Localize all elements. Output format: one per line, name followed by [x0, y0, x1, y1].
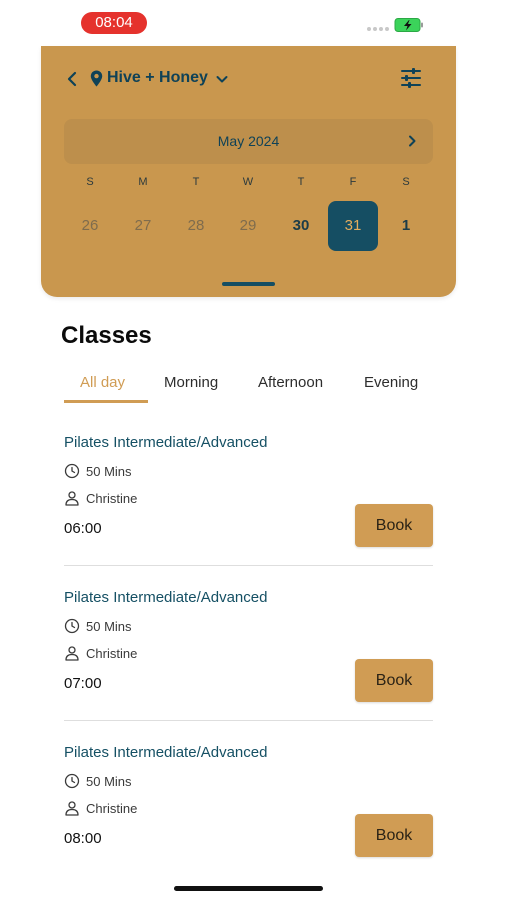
divider	[64, 720, 433, 721]
time-of-day-tabs: All day Morning Afternoon Evening	[64, 370, 436, 404]
chevron-down-icon[interactable]	[215, 72, 229, 86]
calendar-day[interactable]: 27	[118, 201, 168, 251]
calendar-day[interactable]: 28	[171, 201, 221, 251]
class-list-item: Pilates Intermediate/Advanced 50 Mins Ch…	[64, 589, 433, 739]
class-list-item: Pilates Intermediate/Advanced 50 Mins Ch…	[64, 434, 433, 584]
map-pin-icon	[90, 70, 103, 87]
duration-row: 50 Mins	[64, 462, 132, 480]
month-selector: May 2024	[64, 119, 433, 164]
divider	[64, 565, 433, 566]
class-instructor: Christine	[86, 800, 138, 816]
month-label: May 2024	[217, 133, 280, 149]
calendar-day[interactable]: 29	[223, 201, 273, 251]
user-icon	[65, 646, 79, 661]
class-duration: 50 Mins	[86, 773, 132, 789]
instructor-row: Christine	[64, 644, 137, 662]
chevron-right-icon[interactable]	[405, 134, 419, 148]
calendar-day-selected[interactable]: 31	[328, 201, 378, 251]
calendar-day[interactable]: 1	[381, 201, 431, 251]
class-time: 07:00	[64, 675, 102, 692]
instructor-row: Christine	[64, 799, 137, 817]
chevron-left-icon[interactable]	[63, 68, 81, 90]
clock-icon	[64, 773, 80, 789]
home-indicator[interactable]	[174, 886, 323, 891]
duration-row: 50 Mins	[64, 617, 132, 635]
user-icon	[65, 491, 79, 506]
page-title: Classes	[61, 322, 152, 349]
header-card: Hive + Honey May 2024 S M T W T F S 26 2…	[41, 46, 456, 297]
class-list-item: Pilates Intermediate/Advanced 50 Mins Ch…	[64, 744, 433, 894]
user-icon	[65, 801, 79, 816]
tab-all-day[interactable]: All day	[80, 374, 125, 391]
class-time: 06:00	[64, 520, 102, 537]
duration-row: 50 Mins	[64, 772, 132, 790]
clock-icon	[64, 463, 80, 479]
book-button[interactable]: Book	[355, 504, 433, 547]
clock-icon	[64, 618, 80, 634]
class-instructor: Christine	[86, 490, 138, 506]
book-button[interactable]: Book	[355, 659, 433, 702]
class-duration: 50 Mins	[86, 463, 132, 479]
weekday-label: S	[402, 176, 410, 188]
calendar-day[interactable]: 26	[65, 201, 115, 251]
drag-handle[interactable]	[222, 282, 275, 286]
weekday-label: W	[242, 176, 254, 188]
weekday-label: S	[86, 176, 94, 188]
class-instructor: Christine	[86, 645, 138, 661]
weekday-label: T	[192, 176, 200, 188]
instructor-row: Christine	[64, 489, 137, 507]
studio-selector[interactable]: Hive + Honey	[107, 69, 208, 87]
status-bar: 08:04	[0, 0, 507, 44]
class-duration: 50 Mins	[86, 618, 132, 634]
tab-evening[interactable]: Evening	[364, 374, 418, 391]
class-name[interactable]: Pilates Intermediate/Advanced	[64, 744, 267, 761]
weekday-row: S M T W T F S	[64, 176, 433, 190]
weekday-label: F	[349, 176, 357, 188]
status-time: 08:04	[81, 12, 147, 34]
book-button[interactable]: Book	[355, 814, 433, 857]
class-time: 08:00	[64, 830, 102, 847]
active-tab-indicator	[64, 400, 148, 403]
calendar-day[interactable]: 30	[276, 201, 326, 251]
weekday-label: M	[138, 176, 148, 188]
weekday-label: T	[297, 176, 305, 188]
tab-afternoon[interactable]: Afternoon	[258, 374, 323, 391]
class-name[interactable]: Pilates Intermediate/Advanced	[64, 589, 267, 606]
signal-icon	[367, 27, 389, 31]
class-name[interactable]: Pilates Intermediate/Advanced	[64, 434, 267, 451]
day-row: 26 27 28 29 30 31 1	[64, 201, 433, 251]
tab-morning[interactable]: Morning	[164, 374, 218, 391]
battery-charging-icon	[394, 18, 423, 32]
sliders-icon[interactable]	[399, 66, 423, 90]
